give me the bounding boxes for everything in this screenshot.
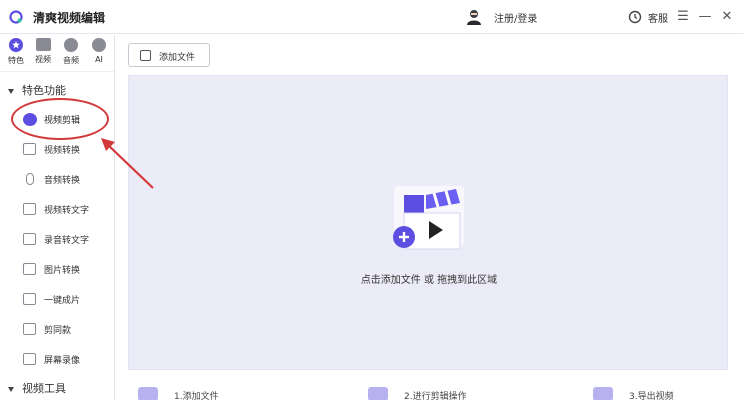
file-drop-zone[interactable]: 点击添加文件 或 拖拽到此区域 <box>128 75 728 370</box>
step-edit-icon <box>368 387 388 400</box>
mic-icon <box>64 38 78 52</box>
tab-ai[interactable]: AI <box>86 38 112 70</box>
sidebar-item-image-convert[interactable]: 图片转换 <box>16 258 108 280</box>
step-export-icon <box>593 387 613 400</box>
main-panel: 添加文件 点击添加文件 或 拖拽到此区域 1.添加文件 2.进行剪辑操作 3.导… <box>115 35 743 400</box>
screen-record-icon <box>23 353 36 365</box>
collapse-triangle-icon <box>8 386 14 392</box>
add-file-button[interactable]: 添加文件 <box>128 43 210 67</box>
tab-video[interactable]: 视频 <box>30 38 56 70</box>
audio-to-text-icon <box>23 233 36 245</box>
sidebar-item-video-edit[interactable]: 视频剪辑 <box>16 108 108 130</box>
film-icon <box>35 38 51 51</box>
tab-featured[interactable]: 特色 <box>3 38 29 70</box>
step-add-file-icon <box>138 387 158 400</box>
user-avatar-icon[interactable] <box>465 8 483 26</box>
title-bar: 清爽视频编辑 注册/登录 客服 ☰ — ✕ <box>0 0 743 34</box>
sidebar-item-audio-convert[interactable]: 音频转换 <box>16 168 108 190</box>
app-title: 清爽视频编辑 <box>33 11 106 25</box>
add-file-icon <box>140 50 151 61</box>
menu-icon[interactable]: ☰ <box>675 8 691 26</box>
image-icon <box>23 263 36 275</box>
section-tools-header[interactable]: 视频工具 <box>8 380 66 396</box>
tab-audio[interactable]: 音频 <box>58 38 84 70</box>
section-features-header[interactable]: 特色功能 <box>8 82 66 98</box>
sidebar-item-audio-to-text[interactable]: 录音转文字 <box>16 228 108 250</box>
microphone-icon <box>26 173 34 185</box>
video-clapperboard-icon <box>393 186 464 250</box>
customer-service-label[interactable]: 客服 <box>648 10 668 25</box>
category-tabs: 特色 视频 音频 AI <box>0 35 114 71</box>
sidebar-item-video-to-text[interactable]: 视频转文字 <box>16 198 108 220</box>
close-button[interactable]: ✕ <box>719 8 735 26</box>
one-click-film-icon <box>23 293 36 305</box>
ai-icon <box>92 38 106 52</box>
minimize-button[interactable]: — <box>697 8 713 26</box>
video-edit-icon <box>23 113 37 126</box>
sidebar-item-one-click-film[interactable]: 一键成片 <box>16 288 108 310</box>
template-icon <box>23 323 36 335</box>
login-link[interactable]: 注册/登录 <box>494 10 537 25</box>
customer-service-icon[interactable] <box>628 10 642 24</box>
sidebar-item-screen-record[interactable]: 屏幕录像 <box>16 348 108 370</box>
collapse-triangle-icon <box>8 88 14 94</box>
drop-instruction: 点击添加文件 或 拖拽到此区域 <box>360 275 498 286</box>
star-icon <box>9 38 23 52</box>
video-convert-icon <box>23 143 36 155</box>
sidebar-item-video-convert[interactable]: 视频转换 <box>16 138 108 160</box>
video-to-text-icon <box>23 203 36 215</box>
workflow-steps: 1.添加文件 2.进行剪辑操作 3.导出视频 <box>128 385 728 400</box>
app-logo-icon <box>9 10 23 24</box>
sidebar-item-template[interactable]: 剪同款 <box>16 318 108 340</box>
